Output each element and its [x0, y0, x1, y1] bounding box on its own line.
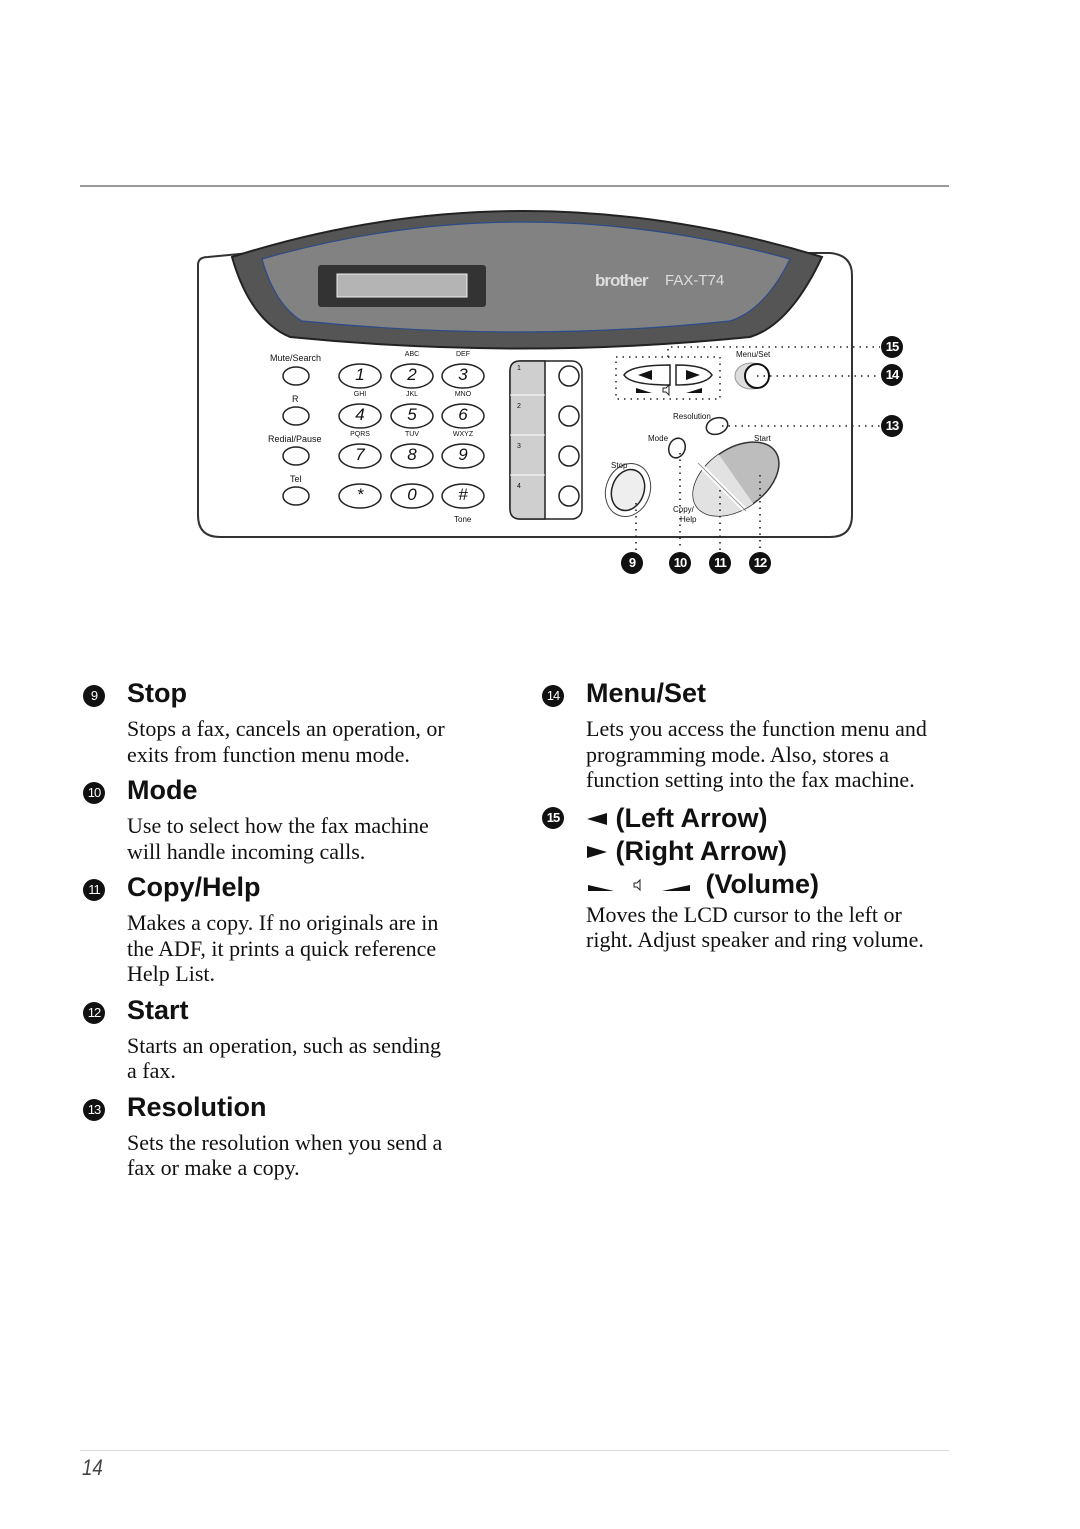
left-arrow-line: 15 (Left Arrow)	[542, 801, 952, 834]
item-menu-set: 14 Menu/Set Lets you access the function …	[542, 678, 952, 793]
tel-label: Tel	[290, 474, 302, 484]
speaker-icon	[633, 879, 641, 892]
dial-key-digit: 2	[407, 365, 417, 384]
dial-key-letters: WXYZ	[452, 431, 474, 438]
one-touch-number-3: 3	[517, 443, 521, 450]
dial-key-letters: JKL	[405, 391, 419, 398]
one-touch-number-2: 2	[517, 403, 521, 410]
item-copy-help: 11 Copy/Help Makes a copy. If no original…	[83, 872, 453, 987]
dial-key-letters: ABC	[404, 351, 420, 358]
header-rule	[80, 185, 949, 187]
item-stop: 9 Stop Stops a fax, cancels an operation,…	[83, 678, 453, 767]
help-label: Help	[680, 515, 697, 524]
item-description: Starts an operation, such as sending a f…	[127, 1032, 442, 1084]
one-touch-number-4: 4	[517, 483, 521, 490]
number-badge: 15	[542, 806, 564, 829]
one-touch-key-1	[558, 365, 580, 387]
dial-key-digit: 9	[458, 445, 468, 464]
left-arrow-icon	[587, 813, 607, 826]
callout-10: 10	[669, 552, 691, 574]
one-touch-label-strip	[509, 360, 546, 520]
lcd-screen	[336, 273, 468, 298]
dial-key-digit: 6	[458, 405, 468, 424]
resolution-label: Resolution	[673, 412, 711, 421]
callout-15: 15	[881, 336, 903, 358]
right-description-column: 14 Menu/Set Lets you access the function …	[542, 678, 952, 953]
menu-set-label: Menu/Set	[736, 350, 771, 359]
item-description: Lets you access the function menu and pr…	[586, 716, 927, 792]
item-description: Sets the resolution when you send a fax …	[127, 1129, 443, 1181]
volume-title: (Volume)	[705, 868, 820, 899]
item-arrows-volume: 15 (Left Arrow) (Right Arrow) (Volume) M…	[542, 801, 952, 953]
r-label: R	[292, 394, 299, 404]
footer-rule	[80, 1450, 949, 1451]
dial-key-digit: 0	[407, 485, 417, 504]
dial-key-letters: TUV	[405, 431, 419, 438]
volume-high-icon	[662, 885, 690, 892]
item-start: 12 Start Starts an operation, such as sen…	[83, 994, 453, 1084]
item-title: Resolution	[127, 1091, 267, 1122]
mute-search-label: Mute/Search	[270, 353, 322, 363]
redial-pause-label: Redial/Pause	[268, 434, 322, 444]
one-touch-number-1: 1	[517, 365, 521, 372]
item-title: Stop	[127, 678, 187, 708]
volume-line: (Volume)	[542, 867, 952, 900]
start-label: Start	[754, 434, 771, 443]
model-name: FAX-T74	[665, 272, 725, 289]
volume-low-icon	[588, 885, 614, 892]
one-touch-key-2	[558, 405, 580, 427]
left-arrow-title: (Left Arrow)	[615, 802, 768, 833]
dial-key-letters: MNO	[454, 391, 472, 398]
item-description: Moves the LCD cursor to the left or righ…	[586, 901, 924, 953]
dial-key-digit: 7	[355, 445, 365, 464]
dial-key-digit: 1	[355, 365, 365, 384]
dial-key-digit: #	[458, 485, 468, 504]
right-arrow-title: (Right Arrow)	[615, 835, 787, 866]
dial-key-digit: 4	[355, 405, 365, 424]
left-description-column: 9 Stop Stops a fax, cancels an operation,…	[83, 678, 453, 1181]
one-touch-key-3	[558, 445, 580, 467]
dial-key-digit: *	[356, 485, 364, 504]
number-badge: 12	[83, 1001, 105, 1024]
item-title: Mode	[127, 775, 198, 805]
tone-label: Tone	[454, 515, 472, 524]
callout-12: 12	[749, 552, 771, 574]
right-arrow-line: (Right Arrow)	[542, 834, 952, 867]
page-number: 14	[82, 1455, 103, 1480]
number-badge: 14	[542, 685, 564, 707]
dial-key-letters: PQRS	[350, 431, 370, 438]
dial-key-letters: GHI	[353, 391, 367, 398]
one-touch-key-4	[558, 485, 580, 507]
item-title: Menu/Set	[586, 678, 707, 708]
number-badge: 11	[83, 879, 105, 901]
callout-14: 14	[881, 364, 903, 386]
volume-icons	[588, 879, 690, 892]
brand-logo: brother	[595, 271, 648, 290]
callout-9: 9	[621, 552, 643, 574]
dial-key-digit: 5	[407, 405, 417, 424]
dial-key-digit: 8	[407, 445, 417, 464]
number-badge: 13	[83, 1098, 105, 1121]
item-description: Makes a copy. If no originals are in the…	[127, 910, 439, 986]
fax-control-panel-illustration: Mute/Search R Redial/Pause Tel 1 2 ABC 3 DEF…	[190, 195, 910, 590]
dial-key-digit: 3	[458, 365, 468, 384]
item-description: Use to select how the fax machine will h…	[127, 813, 429, 864]
number-badge: 10	[83, 782, 105, 804]
callout-13: 13	[881, 415, 903, 437]
right-arrow-icon	[587, 846, 607, 859]
item-description: Stops a fax, cancels an operation, or ex…	[127, 716, 445, 767]
stop-label: Stop	[611, 461, 628, 470]
item-resolution: 13 Resolution Sets the resolution when yo…	[83, 1091, 453, 1181]
dial-key-letters: DEF	[456, 351, 470, 358]
item-mode: 10 Mode Use to select how the fax machine…	[83, 775, 453, 864]
copy-label: Copy/	[673, 505, 694, 514]
control-panel-drawing	[197, 210, 880, 550]
callout-11: 11	[709, 552, 731, 574]
item-title: Copy/Help	[127, 872, 261, 902]
item-title: Start	[127, 994, 189, 1025]
mode-label: Mode	[648, 434, 669, 443]
number-badge: 9	[83, 685, 105, 707]
